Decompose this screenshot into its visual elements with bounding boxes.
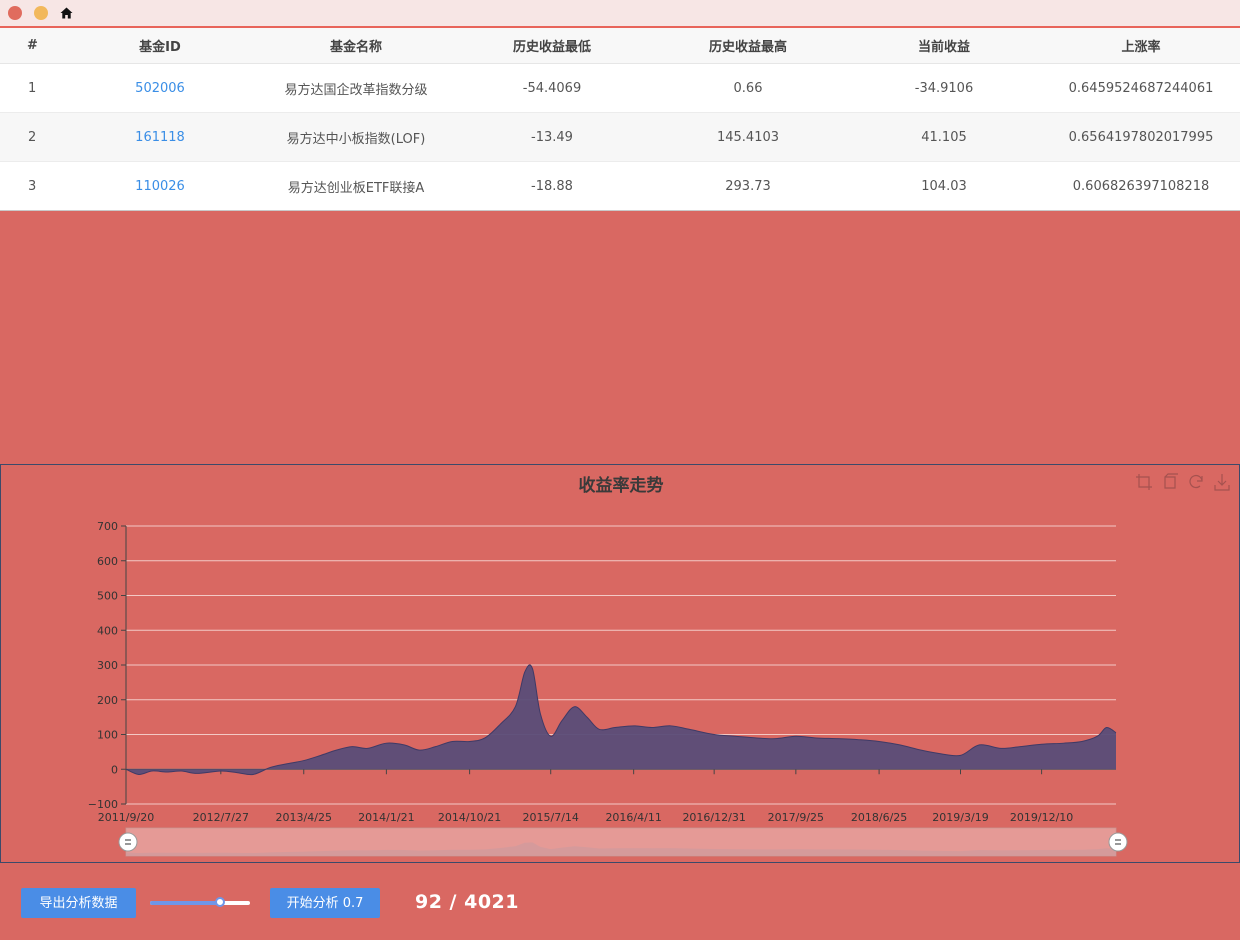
y-tick-label: 200 xyxy=(97,694,118,707)
home-icon[interactable] xyxy=(60,7,73,19)
header-current-return[interactable]: 当前收益 xyxy=(846,36,1042,55)
chart-toolbox xyxy=(1135,473,1231,491)
cell-index: 3 xyxy=(28,178,37,194)
cell-max-return: 145.4103 xyxy=(716,129,780,145)
x-tick-label: 2012/7/27 xyxy=(193,811,249,824)
cell-max-return: 293.73 xyxy=(725,178,771,194)
datazoom-handle[interactable] xyxy=(118,832,138,852)
cell-rise-rate: 0.6564197802017995 xyxy=(1068,129,1214,145)
zoom-select-icon[interactable] xyxy=(1135,473,1153,491)
y-tick-label: 700 xyxy=(97,520,118,533)
x-tick-label: 2019/3/19 xyxy=(932,811,988,824)
header-min-return[interactable]: 历史收益最低 xyxy=(454,36,650,55)
title-bar xyxy=(0,0,1240,28)
chart-title: 收益率走势 xyxy=(578,476,664,496)
x-tick-label: 2014/1/21 xyxy=(358,811,414,824)
x-tick-label: 2011/9/20 xyxy=(98,811,154,824)
export-analysis-button[interactable]: 导出分析数据 xyxy=(21,888,136,918)
cell-current-return: -34.9106 xyxy=(914,80,974,96)
restore-icon[interactable] xyxy=(1187,473,1205,491)
zoom-reset-icon[interactable] xyxy=(1161,473,1179,491)
cell-rise-rate: 0.606826397108218 xyxy=(1072,178,1210,194)
y-tick-label: 400 xyxy=(97,624,118,637)
table-row[interactable]: 1 502006 易方达国企改革指数分级 -54.4069 0.66 -34.9… xyxy=(0,64,1240,113)
x-tick-label: 2019/12/10 xyxy=(1010,811,1073,824)
minimize-window-button[interactable] xyxy=(34,6,48,20)
x-tick-label: 2016/12/31 xyxy=(682,811,745,824)
table-row[interactable]: 2 161118 易方达中小板指数(LOF) -13.49 145.4103 4… xyxy=(0,113,1240,162)
cell-index: 1 xyxy=(28,80,37,96)
x-tick-label: 2015/7/14 xyxy=(523,811,579,824)
cell-current-return: 104.03 xyxy=(921,178,967,194)
y-tick-label: 500 xyxy=(97,590,118,603)
download-icon[interactable] xyxy=(1213,473,1231,491)
series-area xyxy=(126,664,1116,775)
cell-index: 2 xyxy=(28,129,37,145)
x-tick-label: 2016/4/11 xyxy=(605,811,661,824)
cell-min-return: -18.88 xyxy=(531,178,573,194)
slider-fill xyxy=(150,901,220,905)
header-max-return[interactable]: 历史收益最高 xyxy=(650,36,846,55)
y-tick-label: 0 xyxy=(111,763,118,776)
header-rise-rate[interactable]: 上涨率 xyxy=(1042,36,1240,55)
y-tick-label: −100 xyxy=(88,798,118,811)
y-tick-label: 300 xyxy=(97,659,118,672)
header-fund-id[interactable]: 基金ID xyxy=(62,36,258,55)
progress-counter: 92 / 4021 xyxy=(415,891,519,913)
datazoom-window xyxy=(126,828,1116,856)
table-row[interactable]: 3 110026 易方达创业板ETF联接A -18.88 293.73 104.… xyxy=(0,162,1240,210)
cell-min-return: -13.49 xyxy=(531,129,573,145)
cell-current-return: 41.105 xyxy=(921,129,967,145)
cell-fund-id-link[interactable]: 502006 xyxy=(62,81,258,96)
threshold-slider[interactable] xyxy=(150,897,250,908)
x-tick-label: 2013/4/25 xyxy=(276,811,332,824)
x-tick-label: 2017/9/25 xyxy=(768,811,824,824)
cell-min-return: -54.4069 xyxy=(522,80,582,96)
y-tick-label: 600 xyxy=(97,555,118,568)
datazoom-handle[interactable] xyxy=(1108,832,1128,852)
table-header: # 基金ID 基金名称 历史收益最低 历史收益最高 当前收益 上涨率 xyxy=(0,28,1240,64)
header-fund-name[interactable]: 基金名称 xyxy=(258,36,454,55)
start-analysis-button[interactable]: 开始分析 0.7 xyxy=(270,888,380,918)
slider-thumb[interactable] xyxy=(215,897,225,907)
close-window-button[interactable] xyxy=(8,6,22,20)
y-tick-label: 100 xyxy=(97,729,118,742)
cell-fund-id-link[interactable]: 161118 xyxy=(62,130,258,145)
chart-panel: −100 0 100 200 300 400 500 600 700 2011/9/20 2012/… xyxy=(0,464,1240,863)
fund-table: # 基金ID 基金名称 历史收益最低 历史收益最高 当前收益 上涨率 1 502… xyxy=(0,28,1240,211)
x-tick-label: 2014/10/21 xyxy=(438,811,501,824)
return-trend-chart: −100 0 100 200 300 400 500 600 700 2011/9/20 2012/… xyxy=(88,520,1128,857)
cell-fund-name: 易方达创业板ETF联接A xyxy=(287,180,425,196)
cell-fund-name: 易方达国企改革指数分级 xyxy=(284,82,428,98)
cell-fund-id-link[interactable]: 110026 xyxy=(62,179,258,194)
header-index[interactable]: # xyxy=(0,38,62,53)
x-tick-label: 2018/6/25 xyxy=(851,811,907,824)
cell-fund-name: 易方达中小板指数(LOF) xyxy=(286,131,426,147)
cell-rise-rate: 0.6459524687244061 xyxy=(1068,80,1214,96)
cell-max-return: 0.66 xyxy=(733,80,763,96)
